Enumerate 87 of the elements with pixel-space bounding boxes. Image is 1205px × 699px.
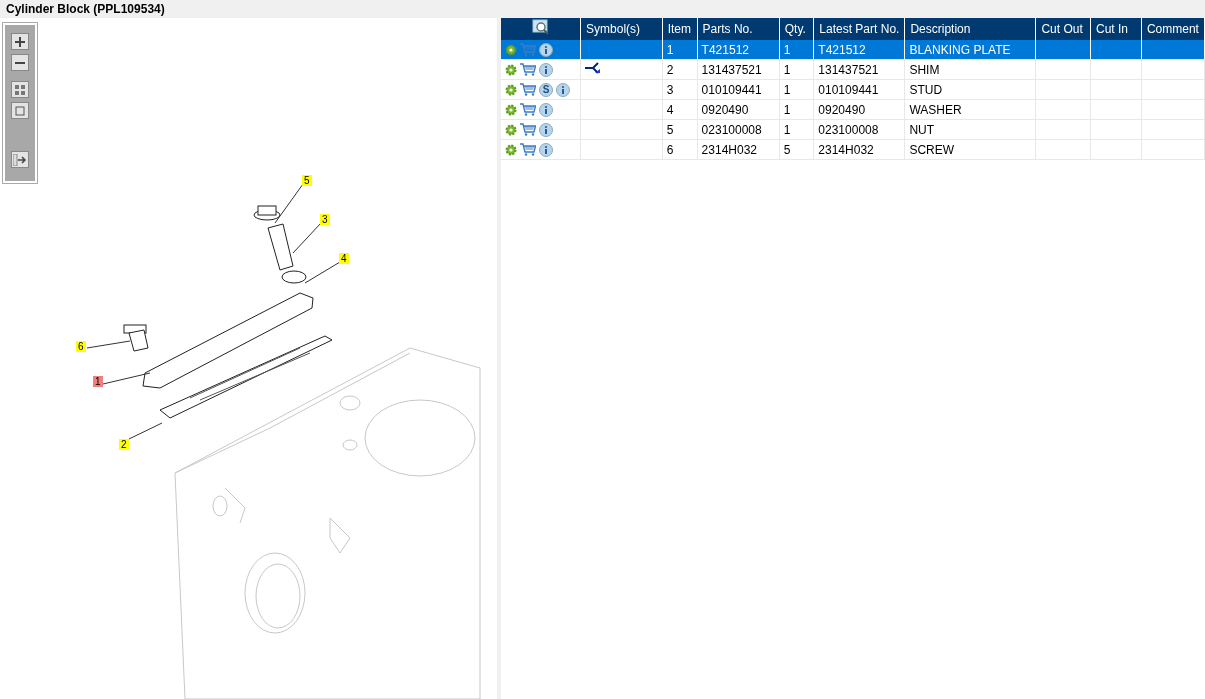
gear-icon[interactable] bbox=[505, 123, 517, 136]
table-cell: 5 bbox=[779, 139, 814, 160]
table-cell: 131437521 bbox=[813, 59, 905, 80]
info-icon[interactable] bbox=[539, 42, 553, 57]
square-icon bbox=[14, 104, 26, 117]
table-cell: 1 bbox=[779, 99, 814, 120]
leader-line bbox=[304, 261, 341, 284]
info-icon[interactable] bbox=[539, 102, 553, 117]
cart-icon[interactable] bbox=[520, 143, 536, 156]
cart-icon[interactable] bbox=[520, 83, 536, 96]
plus-icon bbox=[14, 35, 26, 48]
expand-panel-button[interactable] bbox=[11, 151, 29, 168]
table-cell: 2314H032 bbox=[813, 139, 905, 160]
info-icon[interactable] bbox=[539, 142, 553, 157]
column-header[interactable]: Parts No. bbox=[697, 18, 780, 40]
leader-line bbox=[292, 222, 322, 254]
actual-size-button[interactable] bbox=[11, 102, 29, 119]
table-cell: WASHER bbox=[904, 99, 1036, 120]
table-cell: 1 bbox=[662, 40, 698, 60]
window-title: Cylinder Block (PPL109534) bbox=[6, 2, 165, 16]
callout-label[interactable]: 4 bbox=[339, 253, 349, 264]
leader-line bbox=[274, 183, 304, 224]
table-cell: 5 bbox=[662, 119, 698, 140]
zoom-out-button[interactable] bbox=[11, 54, 29, 71]
search-icon[interactable] bbox=[531, 19, 550, 36]
cart-icon[interactable] bbox=[520, 63, 536, 76]
table-cell: SCREW bbox=[904, 139, 1036, 160]
table-cell: 010109441 bbox=[813, 79, 905, 100]
table-cell: 131437521 bbox=[697, 59, 780, 80]
table-cell: 0920490 bbox=[813, 99, 905, 120]
table-cell: 3 bbox=[662, 79, 698, 100]
gear-icon[interactable] bbox=[505, 83, 517, 96]
leader-line bbox=[86, 340, 131, 349]
table-cell: 4 bbox=[662, 99, 698, 120]
table-cell: 1 bbox=[779, 40, 814, 60]
leader-line bbox=[102, 372, 151, 385]
callout-label[interactable]: 5 bbox=[302, 175, 312, 186]
panel-arrow-icon bbox=[13, 153, 27, 166]
table-cell: 023100008 bbox=[813, 119, 905, 140]
table-cell: 6 bbox=[662, 139, 698, 160]
table-cell: 2 bbox=[662, 59, 698, 80]
gear-icon[interactable] bbox=[505, 63, 517, 76]
column-header[interactable]: Qty. bbox=[779, 18, 814, 40]
column-header[interactable]: Symbol(s) bbox=[580, 18, 663, 40]
table-cell: 023100008 bbox=[697, 119, 780, 140]
table-cell: 1 bbox=[779, 59, 814, 80]
leader-line bbox=[128, 422, 163, 440]
gear-icon[interactable] bbox=[505, 143, 517, 156]
cart-icon[interactable] bbox=[520, 103, 536, 116]
column-header[interactable]: Item bbox=[662, 18, 698, 40]
branch-arrow-icon bbox=[585, 61, 602, 75]
table-cell: BLANKING PLATE bbox=[904, 40, 1036, 60]
table-row[interactable]: S 3 010109441 1 010109441 STUD bbox=[501, 79, 1205, 100]
table-row[interactable]: 5 023100008 1 023100008 NUT bbox=[501, 119, 1205, 140]
table-row[interactable]: 6 2314H032 5 2314H032 SCREW bbox=[501, 139, 1205, 160]
callout-label[interactable]: 3 bbox=[320, 214, 330, 225]
table-cell: 2314H032 bbox=[697, 139, 780, 160]
table-row[interactable]: 2 131437521 1 131437521 SHIM bbox=[501, 59, 1205, 80]
table-cell: SHIM bbox=[904, 59, 1036, 80]
table-cell: T421512 bbox=[813, 40, 905, 60]
table-cell: 010109441 bbox=[697, 79, 780, 100]
zoom-in-button[interactable] bbox=[11, 33, 29, 50]
table-row[interactable]: 4 0920490 1 0920490 WASHER bbox=[501, 99, 1205, 120]
column-header[interactable]: Description bbox=[904, 18, 1036, 40]
fit-view-button[interactable] bbox=[11, 81, 29, 98]
callout-label[interactable]: 1 bbox=[93, 376, 103, 387]
supersession-badge[interactable]: S bbox=[539, 82, 553, 97]
gear-icon[interactable] bbox=[505, 103, 517, 116]
callout-label[interactable]: 6 bbox=[76, 341, 86, 352]
table-cell: 0920490 bbox=[697, 99, 780, 120]
table-cell: T421512 bbox=[697, 40, 780, 60]
info-icon[interactable] bbox=[556, 82, 570, 97]
cart-icon[interactable] bbox=[520, 123, 536, 136]
table-cell: NUT bbox=[904, 119, 1036, 140]
gear-icon[interactable] bbox=[505, 43, 517, 56]
table-cell: 1 bbox=[779, 119, 814, 140]
table-cell: 1 bbox=[779, 79, 814, 100]
column-header[interactable]: Cut Out bbox=[1035, 18, 1091, 40]
callout-label[interactable]: 2 bbox=[119, 439, 129, 450]
table-row[interactable]: 1 T421512 1 T421512 BLANKING PLATE bbox=[501, 40, 1205, 60]
four-squares-icon bbox=[14, 83, 26, 96]
column-header[interactable]: Comment bbox=[1141, 18, 1205, 40]
info-icon[interactable] bbox=[539, 122, 553, 137]
table-cell: STUD bbox=[904, 79, 1036, 100]
column-header[interactable]: Cut In bbox=[1090, 18, 1142, 40]
info-icon[interactable] bbox=[539, 62, 553, 77]
column-header[interactable]: Latest Part No. bbox=[813, 18, 905, 40]
